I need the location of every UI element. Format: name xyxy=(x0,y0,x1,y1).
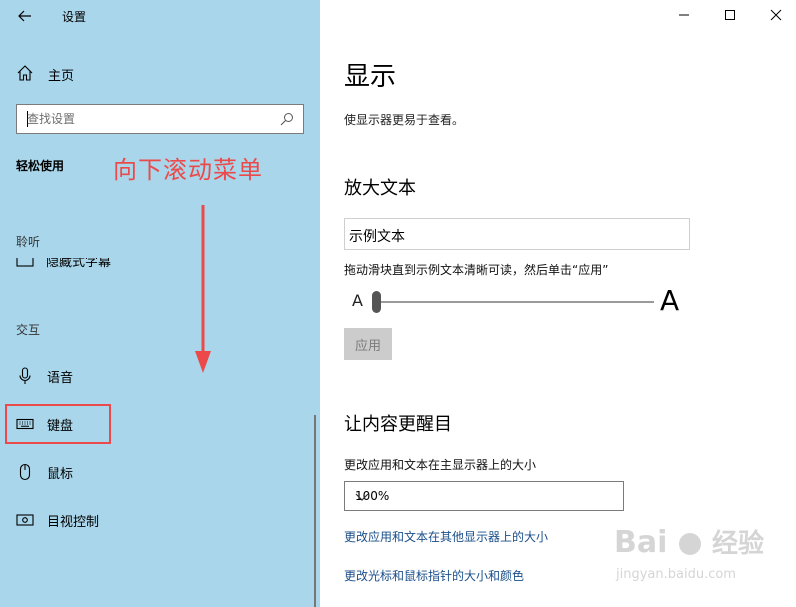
enlarge-text-heading: 放大文本 xyxy=(344,178,416,199)
home-label: 主页 xyxy=(48,69,75,84)
keyboard-icon xyxy=(16,415,34,433)
small-a-label: A xyxy=(352,291,363,310)
sample-text-box: 示例文本 xyxy=(344,218,690,250)
sidebar-item-label: 键盘 xyxy=(47,419,74,434)
back-arrow-icon[interactable] xyxy=(12,4,38,28)
search-box[interactable] xyxy=(16,104,304,134)
sidebar-item-label: 语音 xyxy=(47,371,74,386)
page-title: 显示 xyxy=(344,62,397,92)
slider-hint: 拖动滑块直到示例文本清晰可读，然后单击“应用” xyxy=(344,263,609,277)
search-icon[interactable] xyxy=(279,111,295,127)
page-description: 使显示器更易于查看。 xyxy=(344,113,465,127)
sidebar-item-eye-control[interactable]: 目视控制 xyxy=(0,500,320,540)
red-down-arrow-icon xyxy=(195,205,211,373)
text-size-slider-track[interactable] xyxy=(380,301,654,303)
microphone-icon xyxy=(16,367,34,385)
scale-label: 更改应用和文本在主显示器上的大小 xyxy=(344,458,537,472)
mouse-icon xyxy=(16,463,34,481)
sidebar-item-label: 鼠标 xyxy=(47,467,74,482)
sidebar-item-mouse[interactable]: 鼠标 xyxy=(0,452,320,492)
chevron-down-icon xyxy=(355,490,369,504)
sidebar: 设置 主页 轻松使用 向下滚动菜单 聆听 隐藏式字幕 交互 语音 xyxy=(0,0,320,607)
large-a-label: A xyxy=(660,284,680,317)
scale-select[interactable]: 100% xyxy=(344,481,624,511)
apply-button[interactable]: 应用 xyxy=(344,328,392,360)
svg-text:jingyan.baidu.com: jingyan.baidu.com xyxy=(615,567,736,582)
other-displays-link[interactable]: 更改应用和文本在其他显示器上的大小 xyxy=(344,528,548,545)
section-title: 轻松使用 xyxy=(16,159,65,173)
brighter-content-heading: 让内容更醒目 xyxy=(344,414,452,435)
text-size-slider-thumb[interactable] xyxy=(372,291,381,313)
minimize-icon[interactable] xyxy=(666,0,702,30)
sidebar-item-speech[interactable]: 语音 xyxy=(0,356,320,396)
search-input[interactable] xyxy=(27,110,267,128)
home-icon xyxy=(16,64,34,82)
maximize-icon[interactable] xyxy=(712,0,748,30)
close-icon[interactable] xyxy=(758,0,794,30)
baidu-watermark-logo: Bai 经验 jingyan.baidu.com xyxy=(614,525,764,582)
svg-text:Bai: Bai xyxy=(614,525,667,560)
home-nav-item[interactable]: 主页 xyxy=(0,58,320,88)
app-title: 设置 xyxy=(62,10,87,24)
scroll-annotation: 向下滚动菜单 xyxy=(113,156,263,184)
sidebar-item-label: 隐藏式字幕 xyxy=(46,258,112,270)
cursor-size-link[interactable]: 更改光标和鼠标指针的大小和颜色 xyxy=(344,567,524,584)
sidebar-item-captions[interactable]: 隐藏式字幕 xyxy=(0,258,320,272)
sample-text: 示例文本 xyxy=(349,229,405,245)
sidebar-item-keyboard[interactable]: 键盘 xyxy=(0,404,320,444)
svg-text:经验: 经验 xyxy=(712,528,764,559)
captions-icon xyxy=(16,258,34,267)
sidebar-item-label: 目视控制 xyxy=(47,515,100,530)
group-label-interaction: 交互 xyxy=(16,323,41,337)
sidebar-scrollbar[interactable] xyxy=(314,415,316,607)
eye-control-icon xyxy=(16,511,34,529)
group-label-hearing: 聆听 xyxy=(16,235,41,249)
